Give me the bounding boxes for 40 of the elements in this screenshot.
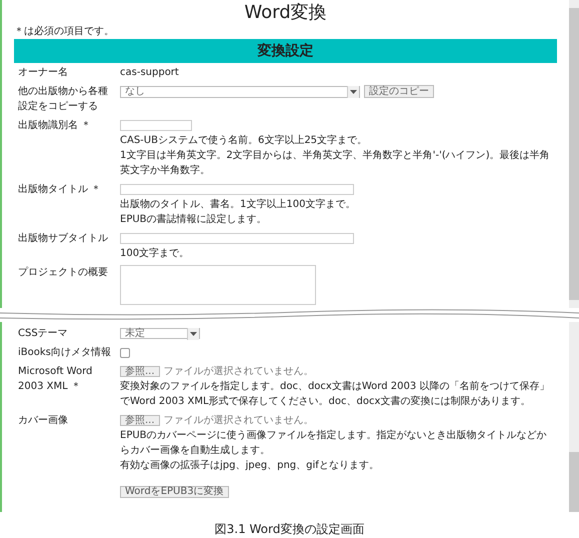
file-status: ファイルが選択されていません。 <box>164 414 314 428</box>
scrollbar[interactable] <box>569 322 579 512</box>
help-text: EPUBの書誌情報に設定します。 <box>120 212 267 227</box>
browse-button[interactable]: 参照... <box>120 366 160 377</box>
text-field[interactable] <box>120 233 354 244</box>
help-text: 出版物のタイトル、書名。1文字以上100文字まで。 <box>120 198 356 212</box>
theme-select[interactable]: 未定 <box>120 328 200 339</box>
section-header: 変換設定 <box>14 39 557 63</box>
copy-settings-button[interactable]: 設定のコピー <box>364 85 434 98</box>
field-label: プロジェクトの概要 <box>18 266 109 280</box>
help-text: 変換対象のファイルを指定します。doc、docx文書はWord 2003 以降の「名前をつけて保存」でWord 2003 XML形式で保存してください。doc、docx文書の変換には制限があります。 <box>120 380 550 409</box>
dropdown-caret-icon <box>347 86 359 98</box>
scrollbar[interactable] <box>569 0 579 308</box>
field-label: カバー画像 <box>18 414 69 428</box>
file-status: ファイルが選択されていません。 <box>164 365 314 379</box>
help-text: EPUBのカバーページに使う画像ファイルを指定します。指定がないとき出版物タイトルなどからカバー画像を自動生成します。 <box>120 428 548 458</box>
field-label: 他の出版物から各種設定をコピーする <box>18 84 109 114</box>
page-title: Word変換 <box>243 1 328 25</box>
field-label: 出版物識別名 ＊ <box>18 118 92 133</box>
help-text: CAS-UBシステムで使う名前。6文字以上25文字まで。 <box>120 134 368 148</box>
field-label: CSSテーマ <box>18 327 69 341</box>
field-label: 出版物サブタイトル <box>18 232 109 246</box>
text-field[interactable] <box>120 184 354 195</box>
figure-caption: 図3.1 Word変換の設定画面 <box>214 521 366 538</box>
field-label: オーナー名 <box>18 66 69 80</box>
field-label: iBooks向けメタ情報 <box>18 346 112 360</box>
field-label: 出版物タイトル ＊ <box>18 182 102 197</box>
help-text: 100文字まで。 <box>120 246 190 261</box>
convert-button[interactable]: WordをEPUB3に変換 <box>120 486 229 498</box>
browse-button[interactable]: 参照... <box>120 415 160 426</box>
field-label: Microsoft Word 2003 XML ＊ <box>18 365 94 394</box>
copy-source-select[interactable]: なし <box>120 86 360 98</box>
owner-value: cas-support <box>120 66 179 80</box>
help-text: 1文字目は半角英文字。2文字目からは、半角英文字、半角数字と半角'-'(ハイフン)。最後は半角英文字か半角数字。 <box>120 148 551 178</box>
dropdown-caret-icon <box>187 328 199 340</box>
help-text: 有効な画像の拡張子はjpg、jpeg、png、gifとなります。 <box>120 458 379 473</box>
summary-textarea[interactable] <box>120 265 316 305</box>
text-field[interactable] <box>120 120 192 131</box>
required-note: ＊は必須の項目です。 <box>13 25 115 39</box>
checkbox[interactable] <box>120 348 130 358</box>
